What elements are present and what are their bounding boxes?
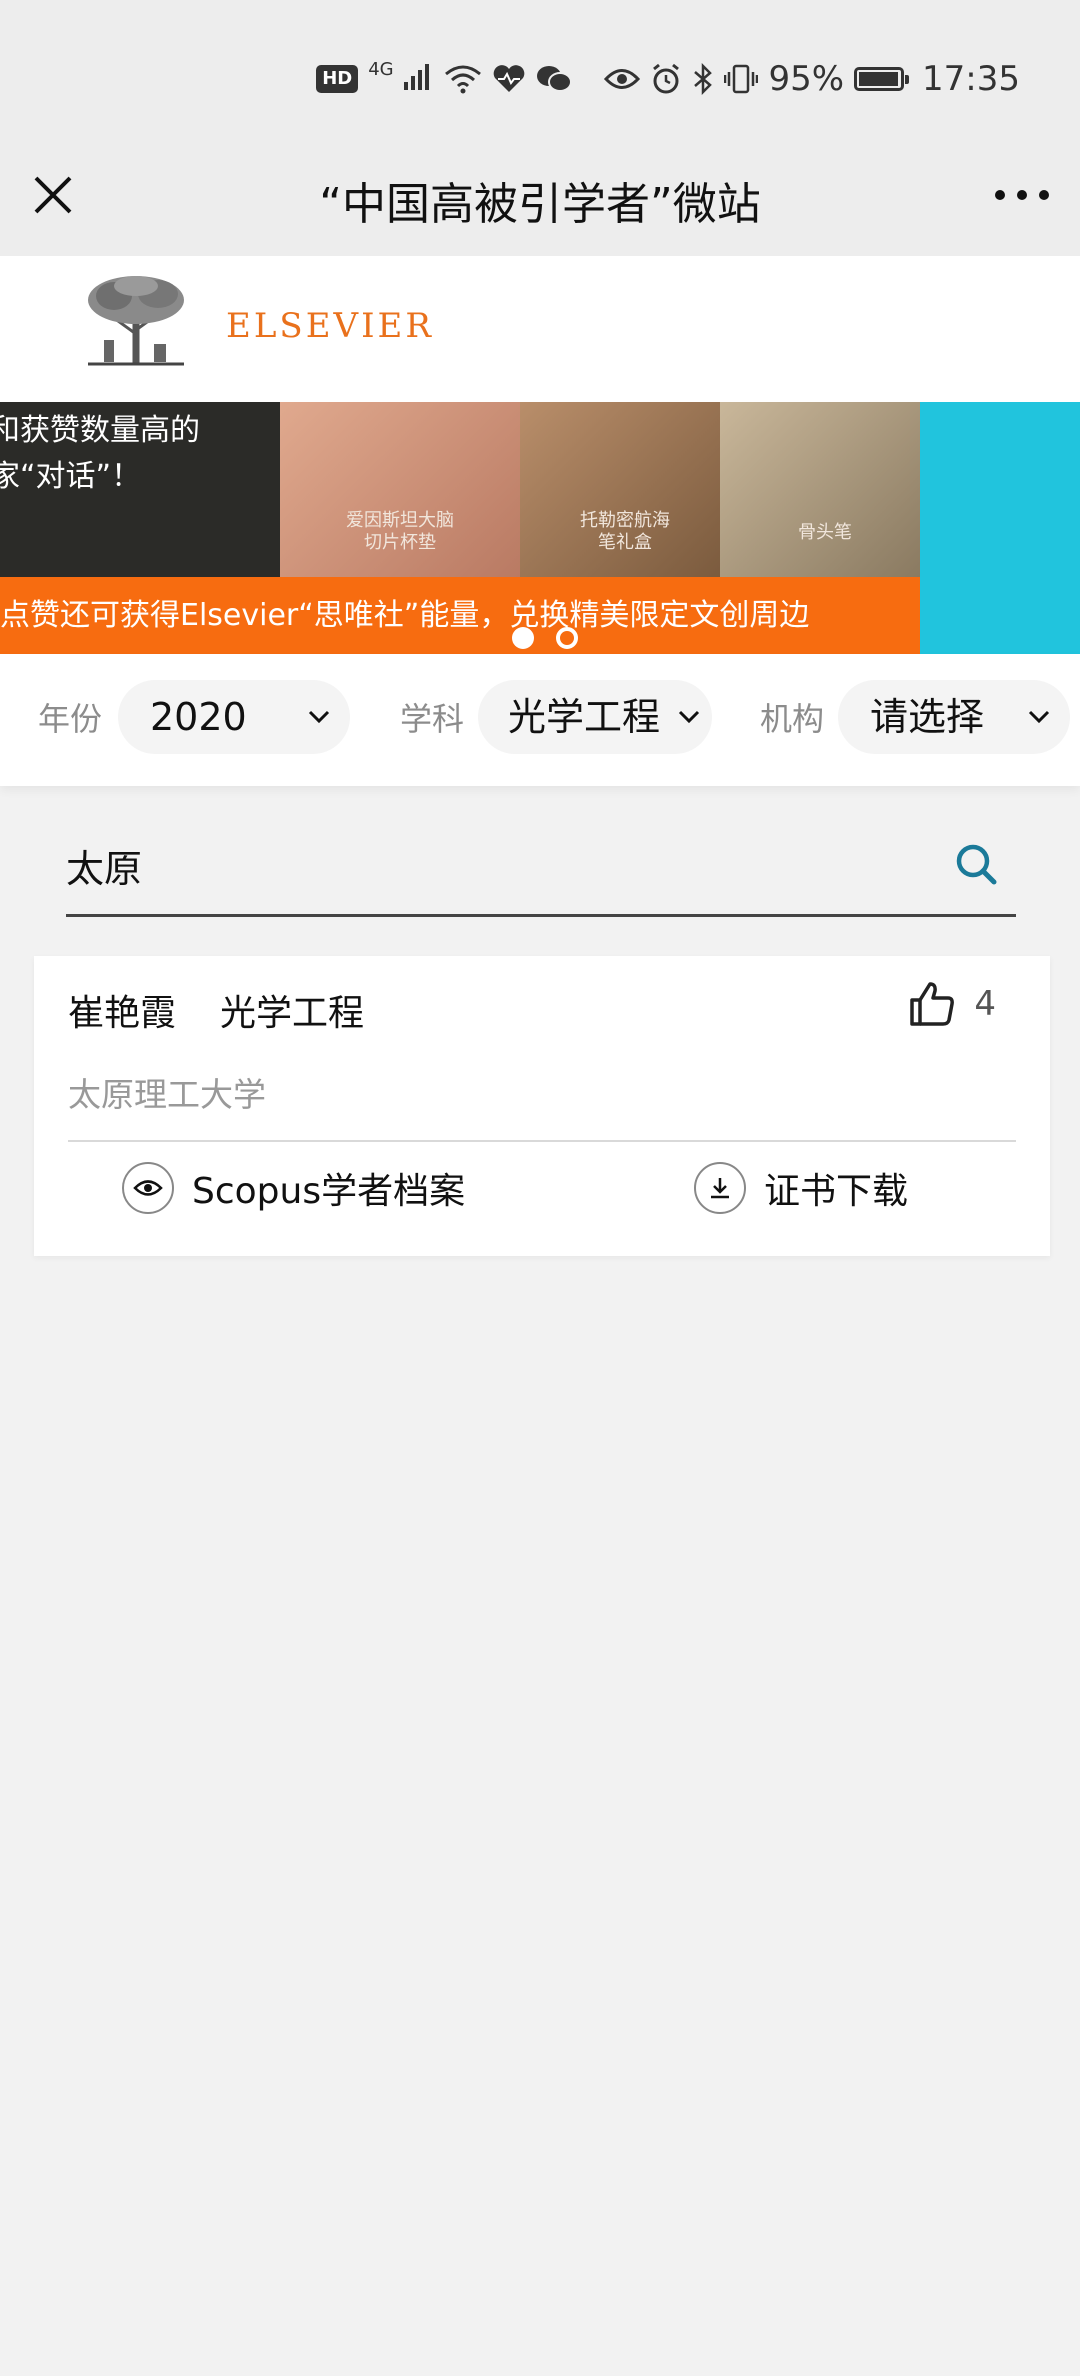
chevron-down-icon [1028, 710, 1050, 724]
subject-value: 光学工程 [508, 695, 661, 739]
scholar-name: 崔艳霞 [68, 993, 177, 1034]
search-icon[interactable] [954, 842, 998, 886]
promo-banner[interactable]: 和获赞数量高的 家“对话”！ 爱因斯坦大脑 切片杯垫 托勒密航海 笔礼盒 骨头笔… [0, 402, 1080, 654]
subject-select[interactable]: 光学工程 [478, 680, 712, 754]
eye-comfort-icon [604, 69, 641, 89]
institution-select[interactable]: 请选择 [838, 680, 1070, 754]
year-select[interactable]: 2020 [118, 680, 350, 754]
filter-bar: 年份 2020 学科 光学工程 机构 请选择 [0, 654, 1080, 786]
like-count: 4 [974, 984, 996, 1024]
battery-icon [854, 67, 910, 91]
status-bar: HD 4G 95% 17:35 [0, 0, 1080, 150]
banner-caption: 托勒密航海 笔礼盒 [580, 510, 670, 553]
banner-caption: 骨头笔 [798, 522, 852, 543]
wechat-icon [537, 66, 573, 92]
hd-badge: HD [316, 65, 359, 93]
wifi-icon [445, 65, 482, 94]
certificate-download-label: 证书下载 [764, 1171, 909, 1212]
institution-label: 机构 [760, 700, 825, 738]
scopus-profile-label: Scopus学者档案 [192, 1171, 466, 1212]
battery-percent: 95% [768, 59, 845, 99]
year-value: 2020 [150, 695, 247, 739]
clock: 17:35 [922, 59, 1020, 99]
more-icon[interactable] [992, 170, 1052, 220]
banner-next-slide-preview [920, 402, 1080, 654]
chevron-down-icon [308, 710, 330, 724]
divider [68, 1140, 1016, 1142]
elsevier-wordmark: ELSEVIER [226, 306, 434, 346]
carousel-dots [0, 627, 1080, 649]
search-input[interactable] [66, 830, 926, 900]
scopus-profile-button[interactable]: Scopus学者档案 [122, 1162, 465, 1214]
chevron-down-icon [678, 710, 700, 724]
signal-icon: 4G [368, 59, 434, 99]
page-title: “中国高被引学者”微站 [319, 179, 761, 230]
year-label: 年份 [38, 700, 103, 738]
alarm-icon [653, 63, 680, 94]
carousel-dot-active[interactable] [512, 627, 534, 649]
banner-product-bone-pen [720, 402, 920, 577]
nav-bar: “中国高被引学者”微站 [0, 150, 1080, 256]
search-bar [66, 830, 1016, 917]
health-icon [494, 65, 525, 92]
certificate-download-button[interactable]: 证书下载 [694, 1162, 908, 1214]
thumbs-up-icon[interactable] [908, 980, 956, 1028]
banner-caption: 爱因斯坦大脑 切片杯垫 [346, 510, 454, 553]
subject-label: 学科 [400, 700, 465, 738]
status-icons: HD 4G 95% 17:35 [316, 54, 1080, 104]
bluetooth-icon [694, 63, 713, 95]
scholar-card[interactable]: 崔艳霞 光学工程 4 太原理工大学 Scopus学者档案 证书下载 [34, 956, 1050, 1256]
banner-headline: 和获赞数量高的 家“对话”！ [0, 413, 200, 494]
eye-icon [122, 1162, 174, 1214]
carousel-dot[interactable] [556, 627, 578, 649]
institution-value: 请选择 [870, 695, 985, 739]
brand-header: ELSEVIER [0, 256, 1080, 402]
download-icon [694, 1162, 746, 1214]
elsevier-tree-logo [84, 274, 188, 368]
like-button[interactable]: 4 [908, 980, 996, 1028]
vibrate-icon [724, 64, 759, 94]
scholar-institution: 太原理工大学 [68, 1075, 266, 1114]
scholar-field: 光学工程 [220, 993, 365, 1034]
